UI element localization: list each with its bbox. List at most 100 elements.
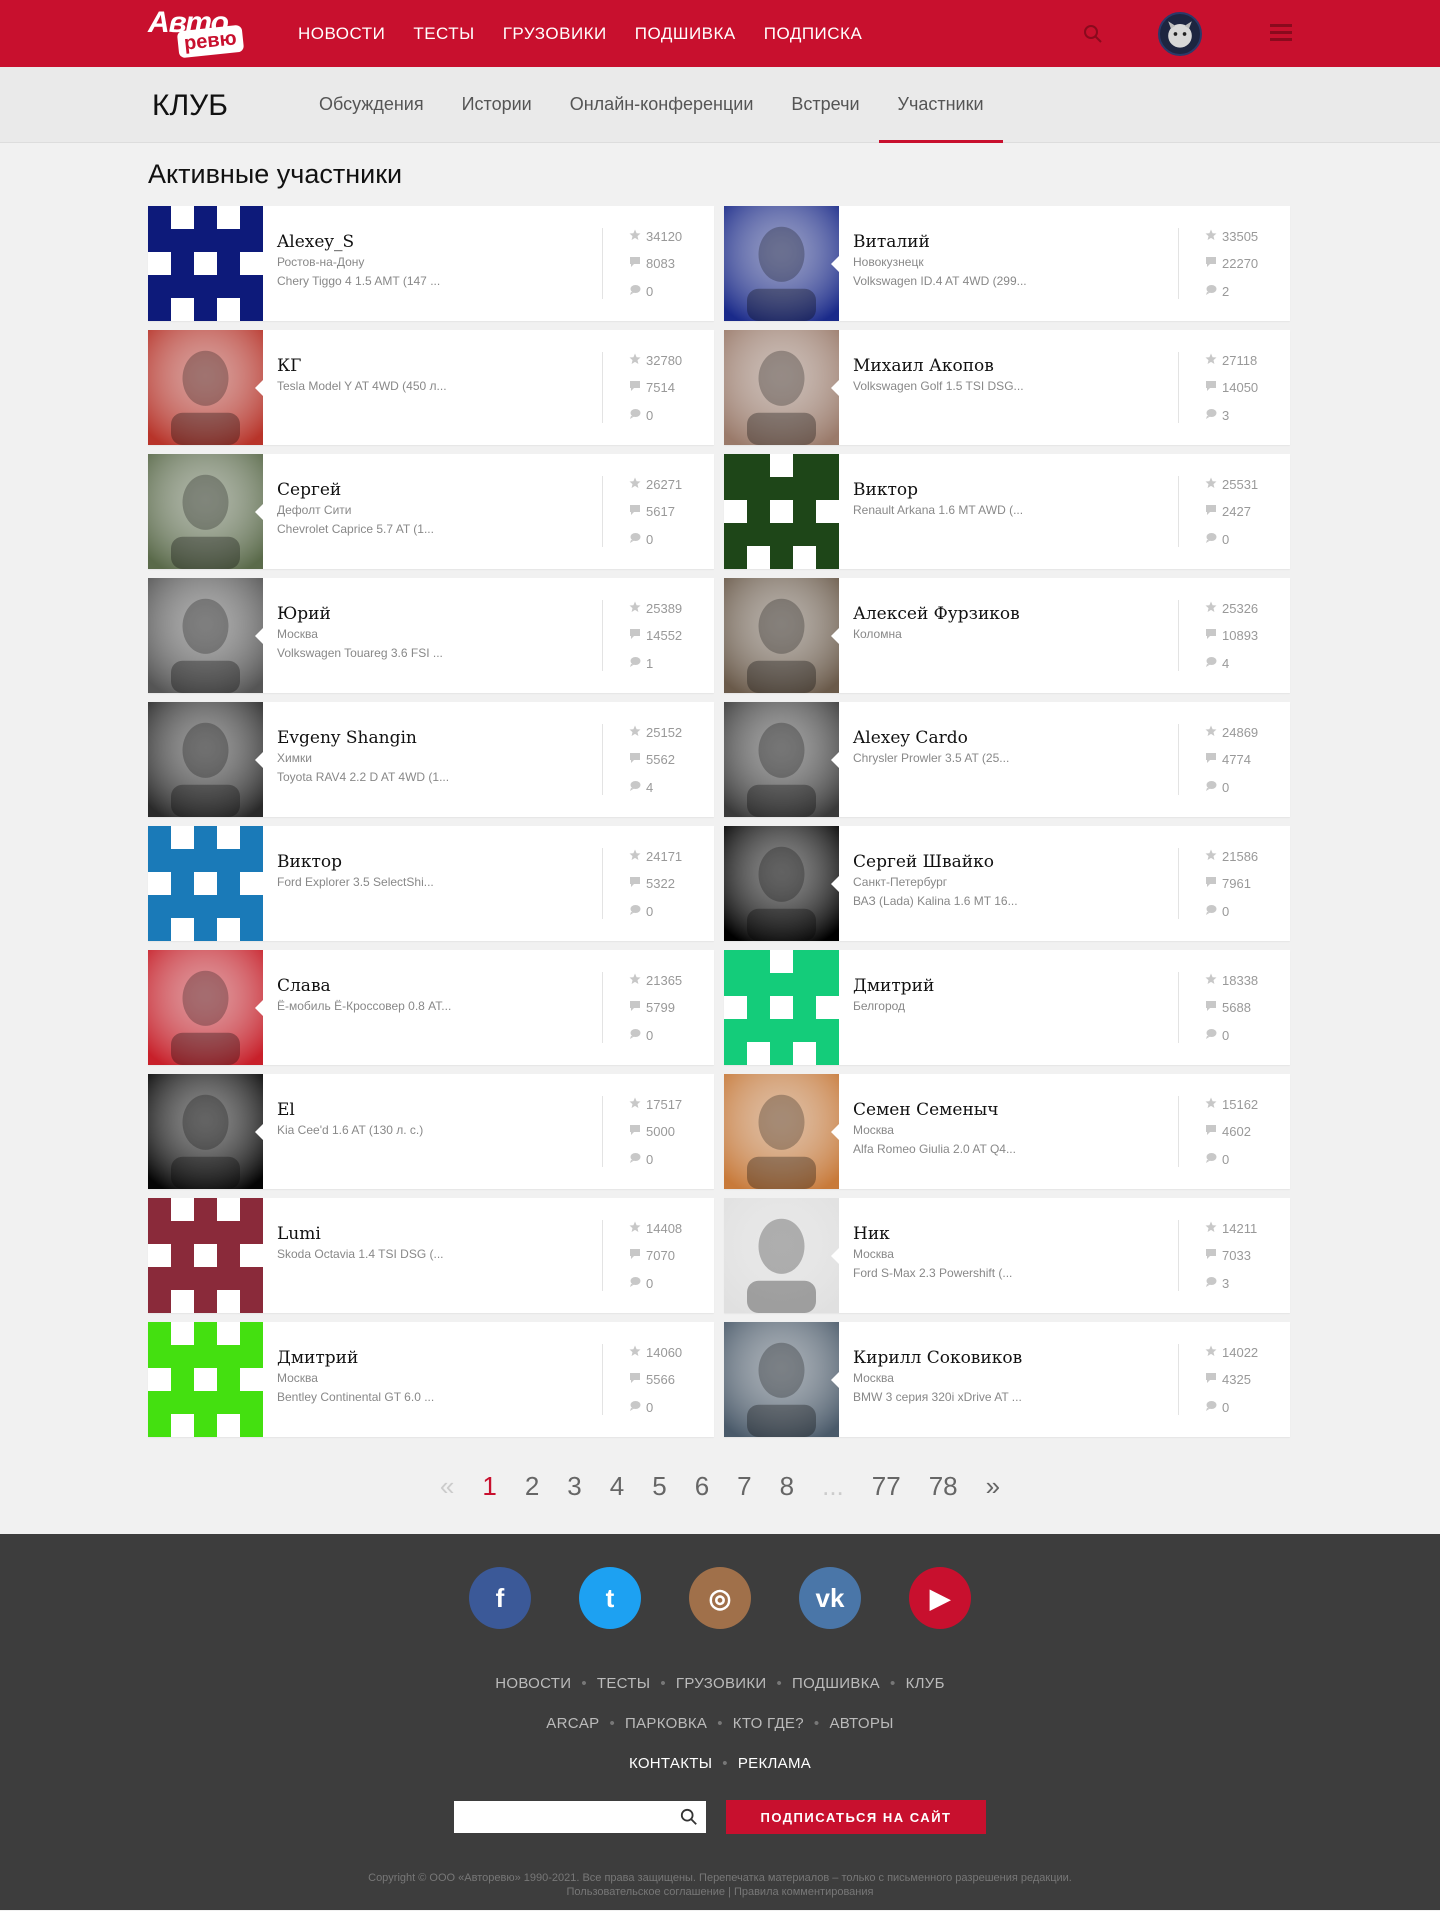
rules-link[interactable]: Правила комментирования xyxy=(734,1886,874,1898)
footer-search-input[interactable] xyxy=(454,1801,664,1833)
member-name[interactable]: Семен Семеныч xyxy=(853,1100,1164,1121)
footer-nav-link[interactable]: РЕКЛАМА xyxy=(738,1755,811,1772)
page-link[interactable]: 77 xyxy=(858,1471,915,1502)
footer-nav-link[interactable]: ARCAP xyxy=(546,1715,599,1732)
footer-nav-link[interactable]: КЛУБ xyxy=(906,1675,945,1692)
footer-nav-link[interactable]: ПОДШИВКА xyxy=(792,1675,880,1692)
member-name[interactable]: Юрий xyxy=(277,604,588,625)
page-link[interactable]: 4 xyxy=(596,1471,638,1502)
member-avatar[interactable] xyxy=(724,578,839,693)
member-avatar[interactable] xyxy=(724,454,839,569)
member-avatar[interactable] xyxy=(724,1322,839,1437)
member-name[interactable]: Ник xyxy=(853,1224,1164,1245)
page-link[interactable]: 3 xyxy=(553,1471,595,1502)
menu-burger-icon[interactable] xyxy=(1270,24,1292,42)
member-card[interactable]: Сергей Швайко Санкт-Петербург ВАЗ (Lada)… xyxy=(724,826,1290,941)
member-card[interactable]: Дмитрий Белгород 18338 5688 0 xyxy=(724,950,1290,1065)
member-card[interactable]: Семен Семеныч Москва Alfa Romeo Giulia 2… xyxy=(724,1074,1290,1189)
member-name[interactable]: КГ xyxy=(277,356,588,377)
member-avatar[interactable] xyxy=(148,1322,263,1437)
member-avatar[interactable] xyxy=(148,454,263,569)
club-tab[interactable]: Встречи xyxy=(772,67,878,143)
member-name[interactable]: Кирилл Соковиков xyxy=(853,1348,1164,1369)
member-name[interactable]: Виктор xyxy=(277,852,588,873)
footer-nav-link[interactable]: АВТОРЫ xyxy=(829,1715,893,1732)
footer-nav-link[interactable]: КТО ГДЕ? xyxy=(733,1715,804,1732)
member-card[interactable]: Алексей Фурзиков Коломна 25326 10893 4 xyxy=(724,578,1290,693)
agreement-link[interactable]: Пользовательское соглашение xyxy=(567,1886,725,1898)
club-tab[interactable]: Участники xyxy=(878,67,1003,143)
member-avatar[interactable] xyxy=(724,1074,839,1189)
member-card[interactable]: Evgeny Shangin Химки Toyota RAV4 2.2 D A… xyxy=(148,702,714,817)
instagram-icon[interactable]: ◎ xyxy=(689,1567,751,1629)
page-link[interactable]: 8 xyxy=(766,1471,808,1502)
member-avatar[interactable] xyxy=(148,1074,263,1189)
page-next[interactable]: » xyxy=(972,1471,1014,1502)
member-avatar[interactable] xyxy=(724,702,839,817)
user-avatar[interactable] xyxy=(1158,12,1202,56)
member-name[interactable]: Alexey_S xyxy=(277,232,588,253)
member-card[interactable]: КГ Tesla Model Y AT 4WD (450 л... 32780 … xyxy=(148,330,714,445)
member-card[interactable]: Юрий Москва Volkswagen Touareg 3.6 FSI .… xyxy=(148,578,714,693)
member-card[interactable]: Михаил Акопов Volkswagen Golf 1.5 TSI DS… xyxy=(724,330,1290,445)
club-tab[interactable]: Обсуждения xyxy=(300,67,443,143)
member-avatar[interactable] xyxy=(148,330,263,445)
member-name[interactable]: El xyxy=(277,1100,588,1121)
twitter-icon[interactable]: t xyxy=(579,1567,641,1629)
footer-nav-link[interactable]: ПАРКОВКА xyxy=(625,1715,707,1732)
footer-nav-link[interactable]: КОНТАКТЫ xyxy=(629,1755,712,1772)
member-name[interactable]: Сергей Швайко xyxy=(853,852,1164,873)
member-card[interactable]: Alexey Cardo Chrysler Prowler 3.5 AT (25… xyxy=(724,702,1290,817)
member-name[interactable]: Lumi xyxy=(277,1224,588,1245)
member-avatar[interactable] xyxy=(724,1198,839,1313)
member-name[interactable]: Дмитрий xyxy=(853,976,1164,997)
member-name[interactable]: Alexey Cardo xyxy=(853,728,1164,749)
member-card[interactable]: Lumi Skoda Octavia 1.4 TSI DSG (... 1440… xyxy=(148,1198,714,1313)
member-card[interactable]: Виталий Новокузнецк Volkswagen ID.4 AT 4… xyxy=(724,206,1290,321)
footer-nav-link[interactable]: ГРУЗОВИКИ xyxy=(676,1675,767,1692)
nav-item[interactable]: ГРУЗОВИКИ xyxy=(503,24,607,44)
member-avatar[interactable] xyxy=(724,206,839,321)
member-card[interactable]: Кирилл Соковиков Москва BMW 3 серия 320i… xyxy=(724,1322,1290,1437)
search-icon[interactable] xyxy=(680,1808,698,1826)
member-avatar[interactable] xyxy=(148,578,263,693)
member-avatar[interactable] xyxy=(148,950,263,1065)
nav-item[interactable]: ПОДПИСКА xyxy=(764,24,863,44)
member-name[interactable]: Михаил Акопов xyxy=(853,356,1164,377)
search-icon[interactable] xyxy=(1083,24,1103,44)
club-tab[interactable]: Онлайн-конференции xyxy=(551,67,773,143)
youtube-icon[interactable]: ▶ xyxy=(909,1567,971,1629)
facebook-icon[interactable]: f xyxy=(469,1567,531,1629)
member-card[interactable]: Дмитрий Москва Bentley Continental GT 6.… xyxy=(148,1322,714,1437)
page-link[interactable]: 1 xyxy=(468,1471,510,1502)
member-card[interactable]: Слава Ё-мобиль Ё-Кроссовер 0.8 AT... 213… xyxy=(148,950,714,1065)
member-card[interactable]: Alexey_S Ростов-на-Дону Chery Tiggo 4 1.… xyxy=(148,206,714,321)
member-name[interactable]: Слава xyxy=(277,976,588,997)
member-name[interactable]: Алексей Фурзиков xyxy=(853,604,1164,625)
member-avatar[interactable] xyxy=(148,1198,263,1313)
page-link[interactable]: 5 xyxy=(638,1471,680,1502)
page-link[interactable]: 6 xyxy=(681,1471,723,1502)
member-name[interactable]: Виталий xyxy=(853,232,1164,253)
nav-item[interactable]: НОВОСТИ xyxy=(298,24,385,44)
site-logo[interactable]: Авто ревю xyxy=(148,6,258,59)
page-link[interactable]: 2 xyxy=(511,1471,553,1502)
nav-item[interactable]: ТЕСТЫ xyxy=(413,24,474,44)
member-card[interactable]: Сергей Дефолт Сити Chevrolet Caprice 5.7… xyxy=(148,454,714,569)
member-avatar[interactable] xyxy=(724,950,839,1065)
page-link[interactable]: 78 xyxy=(915,1471,972,1502)
footer-nav-link[interactable]: ТЕСТЫ xyxy=(597,1675,650,1692)
member-avatar[interactable] xyxy=(724,826,839,941)
member-name[interactable]: Виктор xyxy=(853,480,1164,501)
member-avatar[interactable] xyxy=(724,330,839,445)
nav-item[interactable]: ПОДШИВКА xyxy=(635,24,736,44)
club-tab[interactable]: Истории xyxy=(443,67,551,143)
member-name[interactable]: Сергей xyxy=(277,480,588,501)
vk-icon[interactable]: vk xyxy=(799,1567,861,1629)
member-avatar[interactable] xyxy=(148,702,263,817)
member-card[interactable]: Виктор Ford Explorer 3.5 SelectShi... 24… xyxy=(148,826,714,941)
member-name[interactable]: Дмитрий xyxy=(277,1348,588,1369)
subscribe-button[interactable]: ПОДПИСАТЬСЯ НА САЙТ xyxy=(726,1800,986,1834)
member-name[interactable]: Evgeny Shangin xyxy=(277,728,588,749)
member-card[interactable]: Ник Москва Ford S-Max 2.3 Powershift (..… xyxy=(724,1198,1290,1313)
